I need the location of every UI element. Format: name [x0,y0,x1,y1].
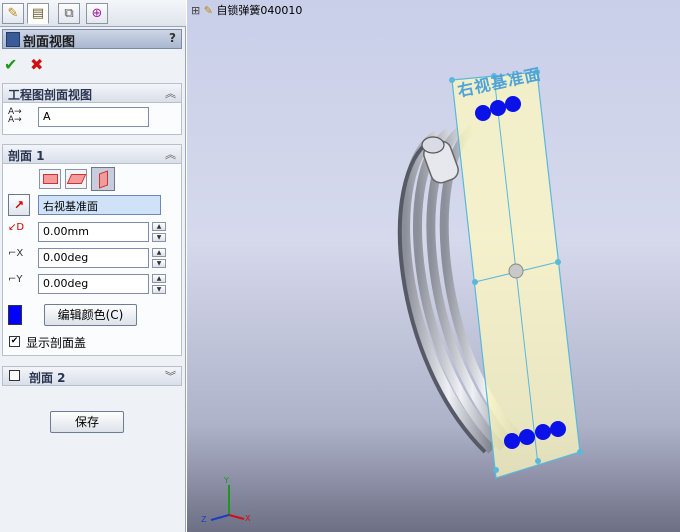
expand-icon[interactable]: ︾ [165,368,176,384]
y-rotation-value: 0.00deg [43,277,89,290]
configuration-manager-icon: ⧉ [64,6,74,21]
feature-manager-tab[interactable]: ✎ [2,3,24,24]
property-manager-icon: ▤ [31,6,45,21]
triad-z-label: Z [201,515,207,524]
model-canvas [210,69,583,521]
distance-field[interactable]: 0.00mm [38,222,149,242]
distance-spinner[interactable]: ▲ ▼ [152,222,166,242]
coordinate-triad [210,485,245,521]
y-rotation-field[interactable]: 0.00deg [38,274,149,294]
distance-icon: ↙D [8,222,25,233]
cancel-button[interactable]: ✖ [30,55,43,74]
section-2-group: 剖面 2 ︾ [2,366,182,386]
section-1-header[interactable]: 剖面 1 ︽ [3,145,181,164]
rectangle-icon [43,174,58,184]
configuration-manager-tab[interactable]: ⧉ [58,3,80,24]
section-2-title: 剖面 2 [29,371,66,385]
section-2-header[interactable]: 剖面 2 ︾ [3,367,181,385]
flip-direction-button[interactable]: ↗ [8,194,30,216]
section-view-icon [6,32,20,47]
graphics-viewport[interactable]: ⊞ ✎ 自锁弹簧040010 右视基准面 Y X Z [187,0,680,532]
panel-titlebar: 剖面视图 ? [2,29,182,50]
flip-arrow-icon: ↗ [13,198,25,212]
collapse-icon[interactable]: ︽ [165,146,176,162]
feature-manager-icon: ✎ [7,6,19,21]
reference-plane-field[interactable]: 右视基准面 [38,195,161,215]
side-plane-icon [99,170,108,189]
section-name-field[interactable]: A [38,107,149,127]
save-button[interactable]: 保存 [50,411,124,433]
help-button[interactable]: ? [169,31,176,45]
collapse-icon[interactable]: ︽ [165,85,176,101]
plane-type-button-oblique[interactable] [65,169,87,189]
show-section-cap-label: 显示剖面盖 [26,336,87,350]
show-section-cap-checkbox[interactable]: ✔ [9,336,20,347]
dimxpert-icon: ⊕ [91,6,103,21]
reference-plane-value: 右视基准面 [43,200,98,213]
section-1-title: 剖面 1 [8,149,45,163]
section-2-checkbox[interactable] [9,370,20,381]
triad-y-label: Y [224,476,229,485]
property-manager-panel: ✎ ▤ ⧉ ⊕ 剖面视图 ? ✔ ✖ 工程图剖面视图 ︽ A→A→ A 剖面 [0,0,186,532]
plane-origin-marker [508,263,524,279]
plane-type-button-normal[interactable] [39,169,61,189]
x-rotation-spinner[interactable]: ▲ ▼ [152,248,166,268]
x-rotation-field[interactable]: 0.00deg [38,248,149,268]
edit-color-button[interactable]: 编辑颜色(C) [44,304,137,326]
save-label: 保存 [74,415,99,429]
x-rotation-icon: ⌐X [8,248,24,259]
y-rotation-icon: ⌐Y [8,274,23,285]
plane-type-button-side[interactable] [91,167,115,191]
parallelogram-icon [66,174,87,184]
label-name-icon: A→ A→ [8,107,22,125]
y-rotation-spinner[interactable]: ▲ ▼ [152,274,166,294]
dimxpert-tab[interactable]: ⊕ [86,3,108,24]
panel-title: 剖面视图 [23,35,76,50]
manager-tab-bar: ✎ ▤ ⧉ ⊕ [0,0,186,27]
distance-value: 0.00mm [43,225,89,238]
section-view-group: 工程图剖面视图 ︽ A→ A→ A [2,83,182,135]
section-name-value: A [43,110,51,123]
ok-button[interactable]: ✔ [4,55,17,74]
section-view-group-title: 工程图剖面视图 [8,88,93,102]
section-color-swatch [8,305,22,325]
triad-x-label: X [245,514,251,523]
section-view-group-header[interactable]: 工程图剖面视图 ︽ [3,84,181,103]
section-1-group: 剖面 1 ︽ ↗ 右视基准面 ↙D 0.00mm ▲ ▼ ⌐X 0.00deg ▲ [2,144,182,356]
x-rotation-value: 0.00deg [43,251,89,264]
property-manager-tab[interactable]: ▤ [27,3,49,24]
edit-color-label: 编辑颜色(C) [57,308,124,322]
